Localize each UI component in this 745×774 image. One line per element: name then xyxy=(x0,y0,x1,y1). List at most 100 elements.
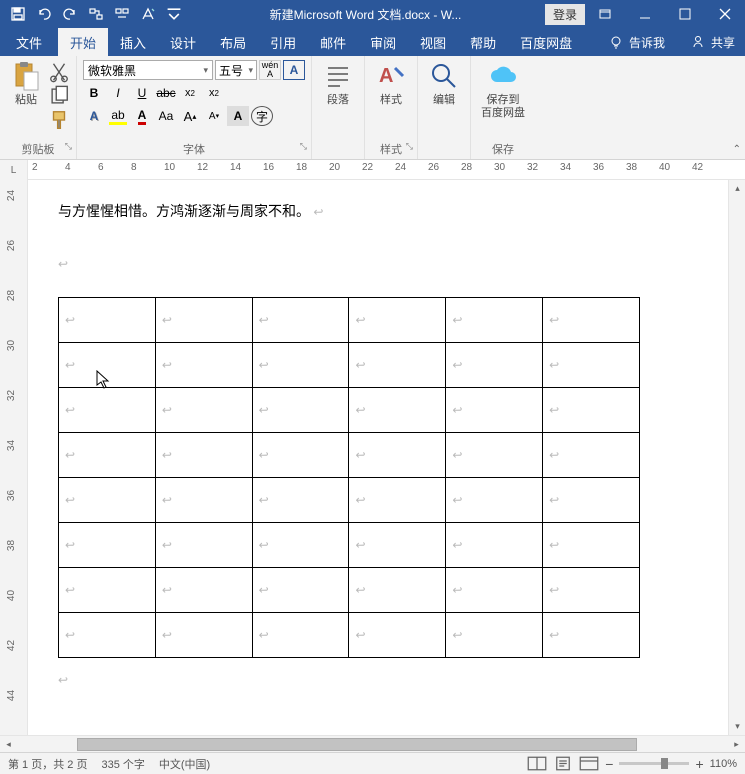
tab-home[interactable]: 开始 xyxy=(58,28,108,56)
share-icon[interactable] xyxy=(691,35,705,49)
table-cell[interactable]: ↩ xyxy=(155,567,252,612)
paragraph-empty[interactable]: ↩ xyxy=(58,254,698,276)
maximize-icon[interactable] xyxy=(665,0,705,28)
paste-button[interactable]: 粘贴 xyxy=(6,58,46,109)
cut-icon[interactable] xyxy=(48,62,70,82)
table-cell[interactable]: ↩ xyxy=(59,612,156,657)
qat-icon-2[interactable] xyxy=(110,2,134,26)
ribbon-display-icon[interactable] xyxy=(585,0,625,28)
font-launcher-icon[interactable]: ⤡ xyxy=(300,141,307,152)
language-status[interactable]: 中文(中国) xyxy=(159,756,210,772)
table-cell[interactable]: ↩ xyxy=(349,432,446,477)
char-shading-icon[interactable]: A xyxy=(227,106,249,126)
table-cell[interactable]: ↩ xyxy=(446,477,543,522)
tab-help[interactable]: 帮助 xyxy=(458,28,508,56)
qat-customize-icon[interactable] xyxy=(162,2,186,26)
char-border-icon[interactable]: A xyxy=(283,60,305,80)
table-cell[interactable]: ↩ xyxy=(349,342,446,387)
table-cell[interactable]: ↩ xyxy=(543,567,640,612)
table-cell[interactable]: ↩ xyxy=(59,342,156,387)
table-cell[interactable]: ↩ xyxy=(446,297,543,342)
table-cell[interactable]: ↩ xyxy=(252,387,349,432)
table-cell[interactable]: ↩ xyxy=(349,612,446,657)
share-label[interactable]: 共享 xyxy=(711,34,735,51)
table-row[interactable]: ↩↩↩↩↩↩ xyxy=(59,477,640,522)
table-row[interactable]: ↩↩↩↩↩↩ xyxy=(59,342,640,387)
zoom-slider[interactable] xyxy=(619,762,689,765)
table-cell[interactable]: ↩ xyxy=(349,477,446,522)
tab-design[interactable]: 设计 xyxy=(158,28,208,56)
bold-icon[interactable]: B xyxy=(83,83,105,103)
table-cell[interactable]: ↩ xyxy=(349,297,446,342)
table-row[interactable]: ↩↩↩↩↩↩ xyxy=(59,297,640,342)
vertical-ruler[interactable]: 2426283032343638404244 xyxy=(0,180,28,735)
table-cell[interactable]: ↩ xyxy=(252,567,349,612)
table-cell[interactable]: ↩ xyxy=(446,522,543,567)
page-status[interactable]: 第 1 页，共 2 页 xyxy=(8,756,87,772)
web-layout-icon[interactable] xyxy=(579,756,599,772)
table-cell[interactable]: ↩ xyxy=(155,522,252,567)
strike-icon[interactable]: abc xyxy=(155,83,177,103)
superscript-icon[interactable]: x2 xyxy=(203,83,225,103)
table-cell[interactable]: ↩ xyxy=(446,567,543,612)
table-cell[interactable]: ↩ xyxy=(59,297,156,342)
undo-icon[interactable] xyxy=(32,2,56,26)
tab-review[interactable]: 审阅 xyxy=(358,28,408,56)
table-cell[interactable]: ↩ xyxy=(543,432,640,477)
read-mode-icon[interactable] xyxy=(527,756,547,772)
table-cell[interactable]: ↩ xyxy=(59,387,156,432)
table-cell[interactable]: ↩ xyxy=(543,477,640,522)
word-count[interactable]: 335 个字 xyxy=(101,756,144,772)
table-cell[interactable]: ↩ xyxy=(543,387,640,432)
change-case-icon[interactable]: Aa xyxy=(155,106,177,126)
table-cell[interactable]: ↩ xyxy=(543,522,640,567)
italic-icon[interactable]: I xyxy=(107,83,129,103)
table-cell[interactable]: ↩ xyxy=(252,477,349,522)
zoom-out-icon[interactable]: − xyxy=(605,756,613,772)
table-cell[interactable]: ↩ xyxy=(155,297,252,342)
table-cell[interactable]: ↩ xyxy=(349,567,446,612)
horizontal-scrollbar[interactable]: ◂ ▸ xyxy=(0,735,745,752)
table-cell[interactable]: ↩ xyxy=(543,297,640,342)
table-row[interactable]: ↩↩↩↩↩↩ xyxy=(59,567,640,612)
table-cell[interactable]: ↩ xyxy=(252,297,349,342)
tell-me-label[interactable]: 告诉我 xyxy=(629,34,665,51)
table-cell[interactable]: ↩ xyxy=(446,342,543,387)
table-cell[interactable]: ↩ xyxy=(446,432,543,477)
scroll-down-icon[interactable]: ▾ xyxy=(729,718,745,735)
print-layout-icon[interactable] xyxy=(553,756,573,772)
table-cell[interactable]: ↩ xyxy=(446,387,543,432)
font-color-icon[interactable]: A xyxy=(131,106,153,126)
highlight-icon[interactable]: ab xyxy=(107,106,129,126)
table-cell[interactable]: ↩ xyxy=(543,612,640,657)
table-cell[interactable]: ↩ xyxy=(59,522,156,567)
table-cell[interactable]: ↩ xyxy=(252,612,349,657)
table-row[interactable]: ↩↩↩↩↩↩ xyxy=(59,522,640,567)
tab-file[interactable]: 文件 xyxy=(0,28,58,56)
zoom-in-icon[interactable]: + xyxy=(695,756,703,772)
tab-view[interactable]: 视图 xyxy=(408,28,458,56)
zoom-level[interactable]: 110% xyxy=(710,758,737,770)
table-cell[interactable]: ↩ xyxy=(446,612,543,657)
qat-icon-1[interactable] xyxy=(84,2,108,26)
document-table[interactable]: ↩↩↩↩↩↩↩↩↩↩↩↩↩↩↩↩↩↩↩↩↩↩↩↩↩↩↩↩↩↩↩↩↩↩↩↩↩↩↩↩… xyxy=(58,297,640,658)
font-name-combo[interactable]: 微软雅黑▾ xyxy=(83,60,213,80)
table-cell[interactable]: ↩ xyxy=(155,612,252,657)
horizontal-ruler[interactable]: L 24681012141618202224262830323436384042 xyxy=(0,160,745,180)
grow-font-icon[interactable]: A▴ xyxy=(179,106,201,126)
table-cell[interactable]: ↩ xyxy=(155,432,252,477)
table-cell[interactable]: ↩ xyxy=(543,342,640,387)
save-to-baidu-button[interactable]: 保存到 百度网盘 xyxy=(477,58,529,122)
paragraph-button[interactable]: 段落 xyxy=(318,58,358,109)
subscript-icon[interactable]: x2 xyxy=(179,83,201,103)
styles-launcher-icon[interactable]: ⤡ xyxy=(406,141,413,152)
paragraph-empty[interactable]: ↩ xyxy=(58,670,698,692)
enclose-char-icon[interactable]: 字 xyxy=(251,106,273,126)
scroll-up-icon[interactable]: ▴ xyxy=(729,180,745,197)
table-cell[interactable]: ↩ xyxy=(155,477,252,522)
table-cell[interactable]: ↩ xyxy=(252,432,349,477)
collapse-ribbon-icon[interactable]: ⌃ xyxy=(733,144,741,155)
shrink-font-icon[interactable]: A▾ xyxy=(203,106,225,126)
close-icon[interactable] xyxy=(705,0,745,28)
zoom-thumb[interactable] xyxy=(661,758,668,769)
